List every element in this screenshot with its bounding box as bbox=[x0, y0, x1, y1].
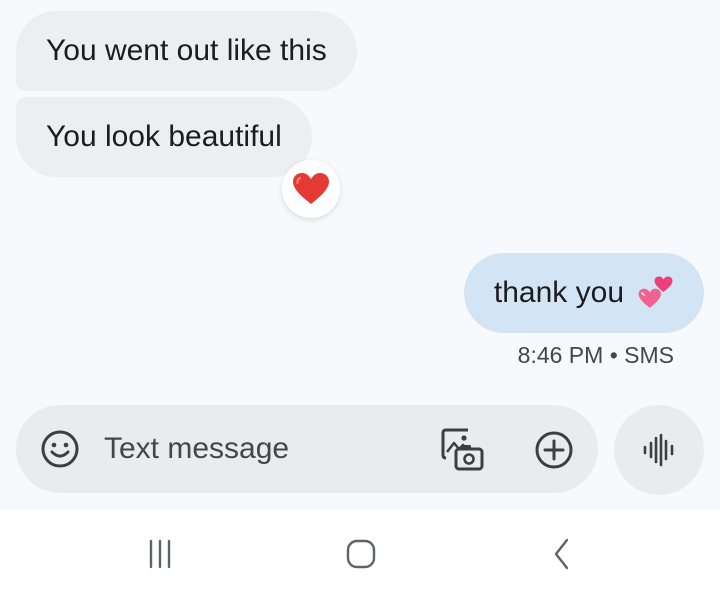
message-text: You went out like this bbox=[46, 34, 327, 67]
incoming-message-bubble[interactable]: You went out like this bbox=[16, 11, 357, 91]
home-icon bbox=[346, 539, 376, 569]
two-hearts-icon bbox=[638, 276, 673, 308]
recents-icon bbox=[149, 539, 171, 569]
voice-waveform-icon bbox=[643, 433, 674, 467]
meta-separator: • bbox=[609, 342, 618, 368]
gallery-camera-icon[interactable] bbox=[438, 425, 486, 473]
message-text: thank you bbox=[493, 276, 624, 309]
message-meta: 8:46 PM • SMS bbox=[518, 342, 674, 369]
outgoing-message-bubble[interactable]: thank you bbox=[463, 253, 704, 333]
red-heart-icon bbox=[293, 173, 329, 204]
back-icon bbox=[554, 538, 569, 570]
message-reaction[interactable] bbox=[282, 160, 340, 218]
text-message-input[interactable] bbox=[104, 419, 404, 479]
recents-button[interactable] bbox=[130, 532, 190, 576]
message-text: You look beautiful bbox=[46, 120, 282, 153]
smiley-icon[interactable] bbox=[40, 429, 80, 469]
message-channel: SMS bbox=[624, 342, 674, 368]
plus-circle-icon[interactable] bbox=[534, 430, 574, 470]
home-button[interactable] bbox=[331, 532, 391, 576]
back-button[interactable] bbox=[533, 532, 593, 576]
voice-record-button[interactable] bbox=[614, 405, 704, 495]
incoming-message-bubble[interactable]: You look beautiful bbox=[16, 97, 312, 177]
navigation-bar bbox=[0, 510, 720, 600]
conversation-area: You went out like this You look beautifu… bbox=[0, 0, 720, 510]
compose-bar bbox=[16, 405, 598, 493]
message-time: 8:46 PM bbox=[517, 342, 604, 368]
